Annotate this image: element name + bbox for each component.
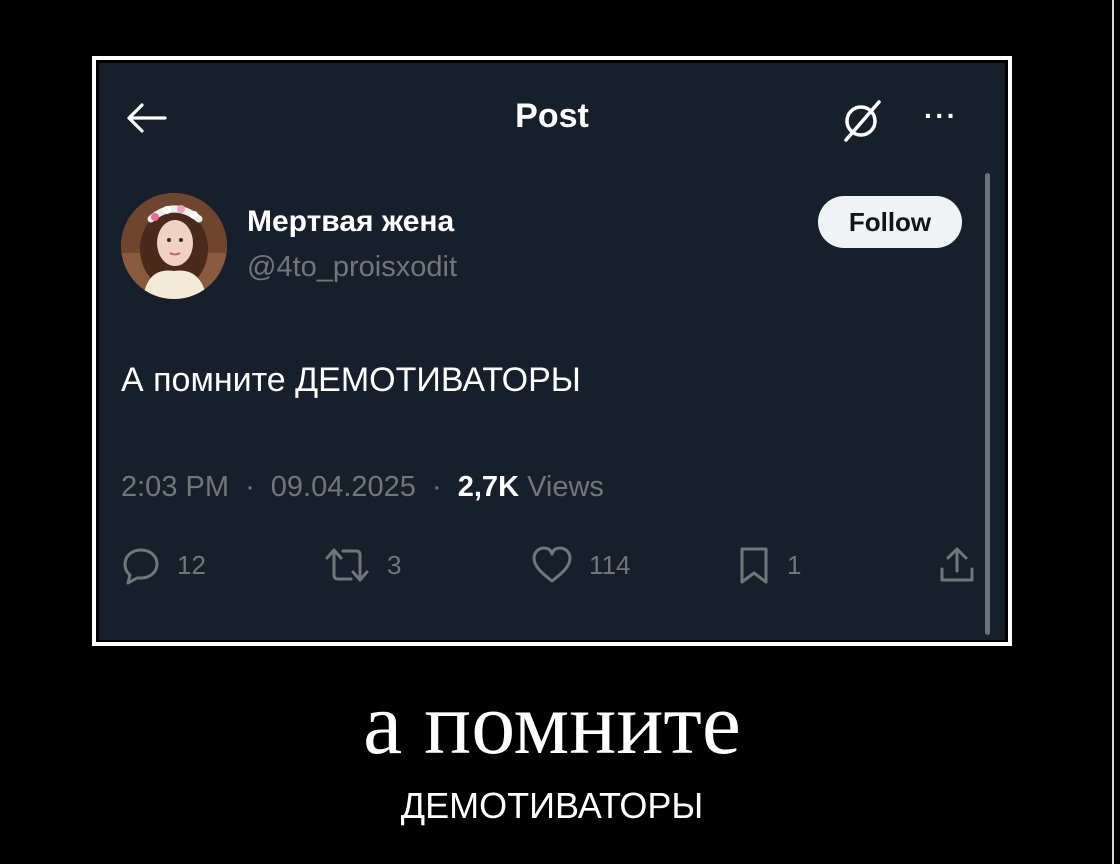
more-options-icon[interactable]: ··· xyxy=(919,101,963,131)
reply-count: 12 xyxy=(177,549,206,580)
follow-button[interactable]: Follow xyxy=(818,196,962,248)
repost-button[interactable]: 3 xyxy=(323,543,401,587)
bookmark-icon xyxy=(740,547,768,584)
like-button[interactable]: 114 xyxy=(531,543,630,587)
post-time[interactable]: 2:03 PM xyxy=(121,471,229,503)
repost-icon xyxy=(325,548,369,582)
views-label: Views xyxy=(527,471,604,503)
display-name[interactable]: Мертвая жена xyxy=(247,205,454,239)
heart-icon xyxy=(532,546,572,583)
grok-icon[interactable] xyxy=(841,99,883,143)
avatar-photo xyxy=(121,193,227,299)
caption-subtitle: ДЕМОТИВАТОРЫ xyxy=(400,785,704,826)
post-meta: 2:03 PM · 09.04.2025 · 2,7K Views xyxy=(121,471,604,504)
like-count: 114 xyxy=(589,549,631,580)
bookmark-count: 1 xyxy=(787,549,802,580)
reply-icon xyxy=(123,548,159,585)
views-count: 2,7K xyxy=(457,471,520,503)
reply-button[interactable]: 12 xyxy=(121,543,206,587)
user-handle[interactable]: @4to_proisxodit xyxy=(247,251,457,284)
scrollbar[interactable] xyxy=(985,173,990,635)
meta-separator: · xyxy=(245,471,255,503)
avatar[interactable] xyxy=(121,193,227,299)
post-text: А помните ДЕМОТИВАТОРЫ xyxy=(121,361,581,399)
caption-title: а помните xyxy=(363,676,741,773)
bookmark-button[interactable]: 1 xyxy=(737,543,801,587)
share-button[interactable] xyxy=(937,543,977,587)
share-icon xyxy=(940,547,974,582)
post-date[interactable]: 09.04.2025 xyxy=(271,471,416,503)
repost-count: 3 xyxy=(387,549,402,580)
meta-separator: · xyxy=(432,471,442,503)
right-edge-line xyxy=(1112,0,1114,864)
post-screenshot: Post ··· Мертвая жена @4to_proisxodit Fo… xyxy=(99,63,1005,640)
